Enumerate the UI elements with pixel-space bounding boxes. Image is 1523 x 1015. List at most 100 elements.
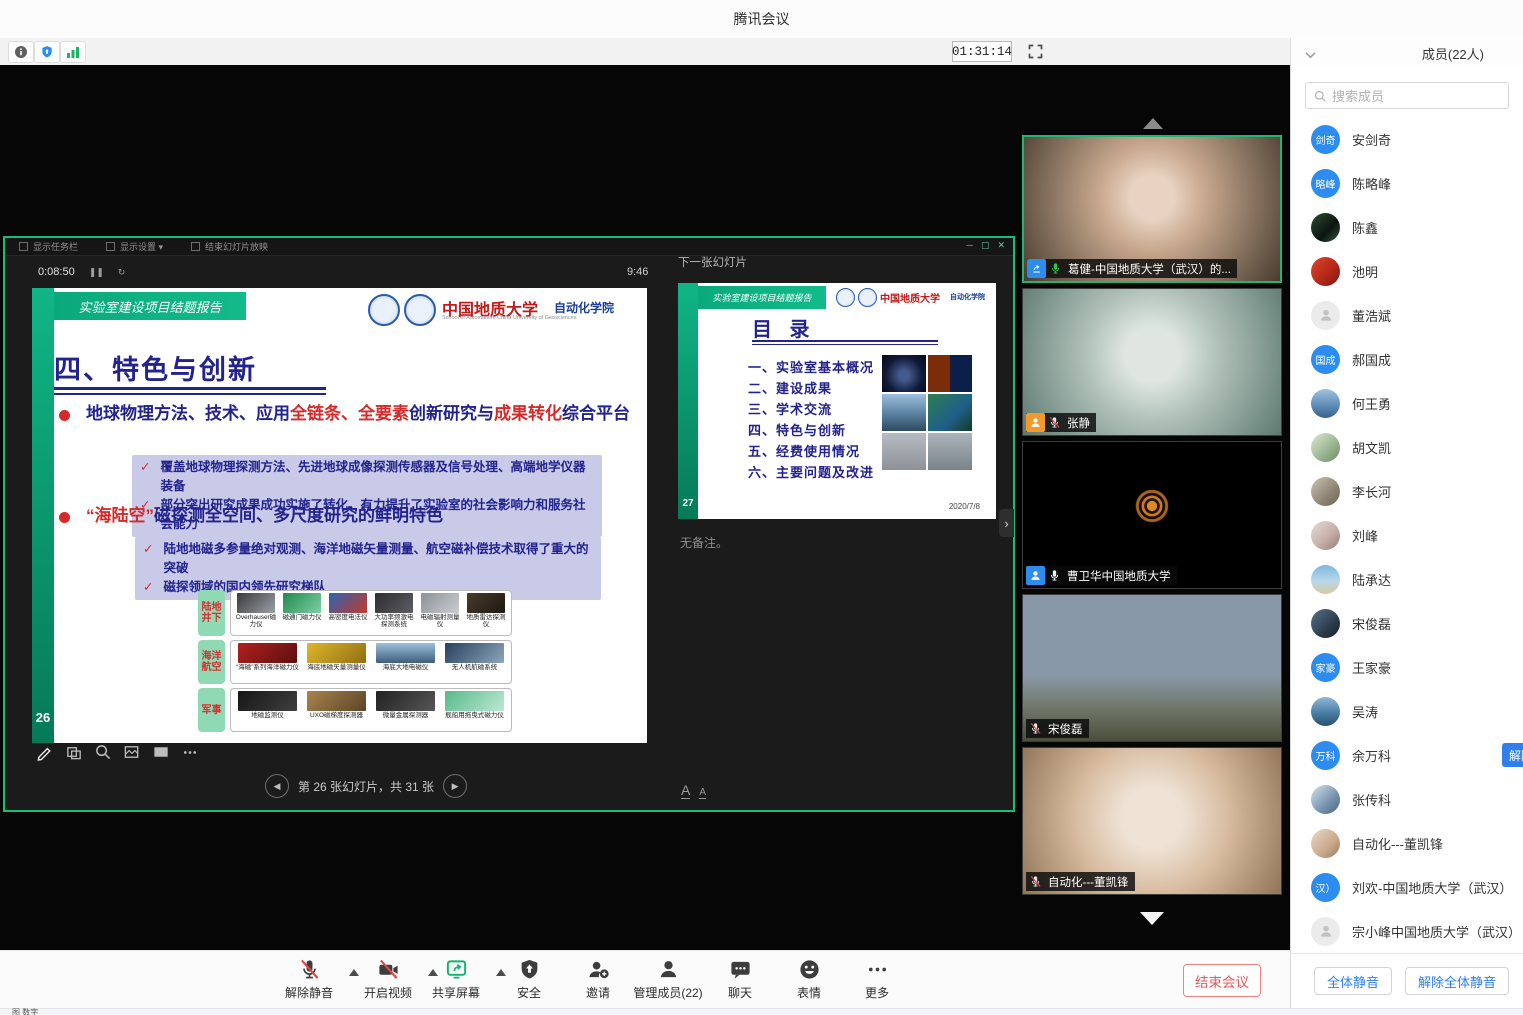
toolbar-more[interactable]: 更多: [835, 955, 919, 1001]
video-thumbnail[interactable]: 曹卫华中国地质大学: [1022, 441, 1282, 589]
presenter-menu-item[interactable]: 显示任务栏: [19, 240, 78, 253]
annotation-toolbar: [36, 743, 199, 761]
toc-item: 一、实验室基本概况: [748, 357, 874, 378]
more-tools-icon[interactable]: [181, 743, 199, 761]
member-row[interactable]: 剑奇安剑奇: [1291, 117, 1523, 161]
member-row[interactable]: 宗小峰中国地质大学（武汉）: [1291, 909, 1523, 953]
video-thumbnail[interactable]: 张静: [1022, 288, 1282, 436]
equipment-caption: Overhauser磁力仪: [235, 614, 277, 628]
status-bar: 01:31:14: [0, 38, 1290, 66]
member-avatar: [1311, 829, 1340, 858]
member-name: 胡文凯: [1352, 438, 1391, 457]
next-slide-button[interactable]: ▶: [443, 774, 467, 798]
toolbar-label: 邀请: [586, 984, 610, 1001]
member-row[interactable]: 汉）刘欢-中国地质大学（武汉）: [1291, 865, 1523, 909]
font-size-button[interactable]: A: [699, 787, 706, 799]
school-name: 自动化学院: [950, 292, 985, 302]
presenter-menu-item[interactable]: 显示设置 ▾: [106, 240, 163, 253]
member-row[interactable]: 万科余万科解除: [1291, 733, 1523, 777]
panel-expand-chevron[interactable]: ›: [999, 509, 1014, 537]
video-thumbnail[interactable]: 自动化---董凯锋: [1022, 747, 1282, 895]
mute-all-button[interactable]: 全体静音: [1314, 967, 1392, 995]
taskbar-hint: 图 数字: [12, 1007, 38, 1015]
network-signal-icon[interactable]: [60, 41, 86, 63]
member-row[interactable]: 宋俊磊: [1291, 601, 1523, 645]
member-name: 安剑奇: [1352, 130, 1391, 149]
member-row[interactable]: 何王勇: [1291, 381, 1523, 425]
mic-muted-icon: [1026, 872, 1045, 891]
member-row[interactable]: 陆承达: [1291, 557, 1523, 601]
member-row[interactable]: 陈鑫: [1291, 205, 1523, 249]
meeting-info-icon[interactable]: [8, 41, 34, 63]
equipment-row: 陆地井下Overhauser磁力仪磁通门磁力仪高密度电法仪大功率频激电探测系统电…: [198, 590, 512, 636]
member-row[interactable]: 吴涛: [1291, 689, 1523, 733]
member-name: 陈鑫: [1352, 218, 1378, 237]
equipment-caption: 高密度电法仪: [329, 614, 368, 621]
unmute-all-button[interactable]: 解除全体静音: [1405, 967, 1509, 995]
member-row[interactable]: 自动化---董凯锋: [1291, 821, 1523, 865]
pen-icon[interactable]: [36, 743, 54, 761]
member-row[interactable]: 董浩斌: [1291, 293, 1523, 337]
notes-placeholder: 无备注。: [680, 534, 728, 551]
chat-icon: [729, 955, 752, 981]
equipment-box: Overhauser磁力仪磁通门磁力仪高密度电法仪大功率频激电探测系统电磁辐射测…: [230, 590, 512, 636]
member-name: 余万科: [1352, 746, 1391, 765]
fullscreen-icon[interactable]: [1026, 42, 1044, 60]
member-row[interactable]: 池明: [1291, 249, 1523, 293]
member-name: 陆承达: [1352, 570, 1391, 589]
check-line: ✓覆盖地球物理探测方法、先进地球成像探测传感器及信号处理、高端地学仪器装备: [140, 458, 594, 496]
equipment-caption: 微量金属探测器: [383, 712, 429, 719]
previous-slide-button[interactable]: ◀: [265, 774, 289, 798]
notes-font-size-controls[interactable]: AA: [681, 782, 706, 799]
slide-view-icon[interactable]: [123, 743, 141, 761]
member-row[interactable]: 李长河: [1291, 469, 1523, 513]
mic-muted-icon: [298, 955, 321, 981]
slide-text-segment: 地球物理方法、技术、应用: [86, 404, 290, 423]
equipment-caption: UXO磁梯度探测器: [310, 712, 363, 719]
font-size-button[interactable]: A: [681, 782, 690, 799]
thumbnails-scroll-up[interactable]: [1143, 118, 1163, 129]
member-row[interactable]: 刘峰: [1291, 513, 1523, 557]
equipment-photo: [445, 691, 505, 711]
member-row[interactable]: 家豪王家豪: [1291, 645, 1523, 689]
meeting-toolbar: 结束会议 解除静音开启视频共享屏幕安全邀请管理成员(22)聊天表情更多: [0, 950, 1290, 1009]
presenter-menu-item[interactable]: 结束幻灯片放映: [191, 240, 268, 253]
video-thumbnail[interactable]: 葛健-中国地质大学（武汉）的...: [1022, 135, 1282, 283]
slide-date: 2020/7/8: [949, 502, 980, 511]
zoom-icon[interactable]: [94, 743, 112, 761]
slide-left-bar: [32, 288, 54, 743]
member-name: 陈略峰: [1352, 174, 1391, 193]
search-members-input[interactable]: 搜索成员: [1305, 82, 1509, 109]
thumbnails-scroll-down[interactable]: [1140, 912, 1164, 925]
laser-icon[interactable]: [65, 743, 83, 761]
unmute-member-button[interactable]: 解除: [1502, 743, 1523, 767]
video-thumbnail[interactable]: 宋俊磊: [1022, 594, 1282, 742]
restart-icon[interactable]: ↻: [118, 267, 126, 278]
black-screen-icon[interactable]: [152, 743, 170, 761]
toc-item: 五、经费使用情况: [748, 441, 874, 462]
search-placeholder: 搜索成员: [1332, 86, 1384, 105]
equipment-photo: [238, 643, 298, 663]
equipment-item: 电磁辐射测量仪: [419, 593, 461, 633]
window-controls[interactable]: ─▢✕: [967, 240, 1005, 251]
end-meeting-button[interactable]: 结束会议: [1183, 964, 1261, 997]
member-avatar: 剑奇: [1311, 125, 1340, 154]
member-avatar: [1311, 433, 1340, 462]
member-avatar: [1311, 521, 1340, 550]
pause-icon[interactable]: ❚❚: [89, 267, 104, 278]
security-shield-icon[interactable]: [34, 41, 60, 63]
collapse-panel-chevron-icon[interactable]: [1305, 46, 1316, 64]
toolbar-mic-muted[interactable]: 解除静音: [267, 955, 351, 1001]
toc-list: 一、实验室基本概况二、建设成果三、学术交流四、特色与创新五、经费使用情况六、主要…: [748, 357, 874, 483]
equipment-item: 大功率频激电探测系统: [373, 593, 415, 633]
member-row[interactable]: 胡文凯: [1291, 425, 1523, 469]
member-name: 张传科: [1352, 790, 1391, 809]
member-row[interactable]: 国成郝国成: [1291, 337, 1523, 381]
school-subtitle: School of Automation, China University o…: [442, 315, 577, 321]
check-icon: ✓: [143, 540, 153, 559]
member-row[interactable]: 张传科: [1291, 777, 1523, 821]
member-row[interactable]: 略峰陈略峰: [1291, 161, 1523, 205]
slide-text-segment: 成果转化: [494, 404, 562, 423]
app-title: 腾讯会议: [734, 9, 790, 29]
toolbar-share-green[interactable]: 共享屏幕: [414, 955, 498, 1001]
